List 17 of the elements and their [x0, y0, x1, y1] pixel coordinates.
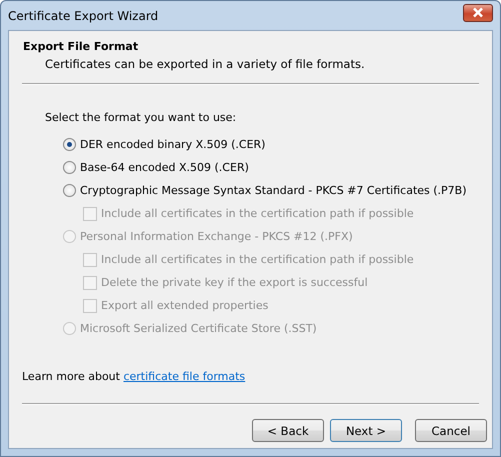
wizard-button[interactable]: < Back	[252, 419, 324, 442]
close-icon	[471, 7, 485, 18]
radio-button[interactable]	[63, 138, 76, 151]
learn-more-link[interactable]: certificate file formats	[123, 370, 246, 383]
wizard-button[interactable]: Next >	[330, 419, 402, 442]
radio-button[interactable]	[63, 184, 76, 197]
format-option[interactable]: Cryptographic Message Syntax Standard - PKCS #7 Certificates (.P7B)	[45, 179, 492, 202]
format-option[interactable]: Base-64 encoded X.509 (.CER)	[45, 156, 492, 179]
format-option[interactable]: DER encoded binary X.509 (.CER)	[45, 133, 492, 156]
page-title: Export File Format	[23, 40, 140, 53]
format-prompt: Select the format you want to use:	[45, 111, 238, 124]
close-button[interactable]	[463, 4, 493, 22]
radio-button[interactable]	[63, 161, 76, 174]
wizard-button[interactable]: Cancel	[415, 419, 487, 442]
page-subtitle: Certificates can be exported in a variety of file formats.	[44, 57, 366, 71]
learn-more-text: Learn more about certificate file formats	[22, 370, 246, 383]
window-title: Certificate Export Wizard	[8, 8, 158, 22]
